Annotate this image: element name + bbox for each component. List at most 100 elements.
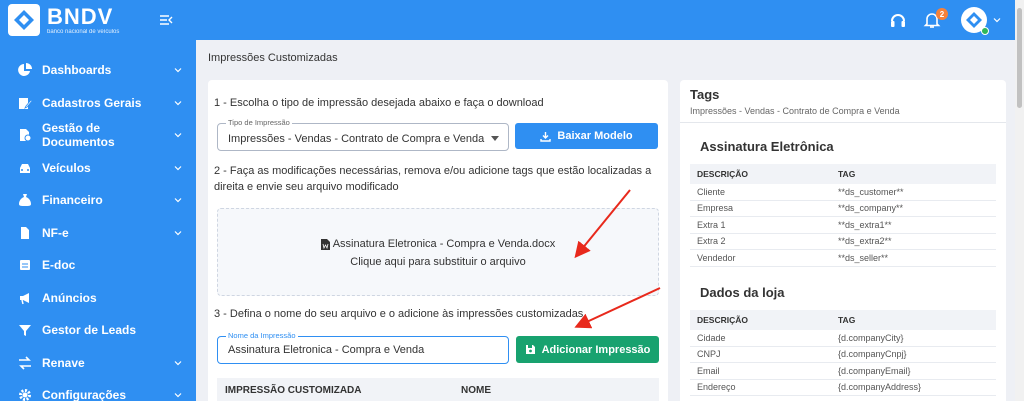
doc-icon bbox=[18, 258, 32, 272]
row-tag: **ds_extra2** bbox=[838, 236, 892, 247]
sidebar-item-label: Cadastros Gerais bbox=[42, 95, 142, 110]
scrollbar-thumb[interactable] bbox=[1017, 8, 1022, 108]
chevron-down-icon bbox=[174, 133, 182, 138]
online-status-dot bbox=[981, 27, 989, 35]
sidebar-item-financeiro[interactable]: Financeiro bbox=[0, 184, 196, 217]
print-type-value: Impressões - Vendas - Contrato de Compra… bbox=[228, 133, 485, 145]
sidebar-item-nfe[interactable]: NF-e bbox=[0, 217, 196, 250]
print-type-legend: Tipo de Impressão bbox=[226, 118, 292, 127]
sidebar-item-gestor-leads[interactable]: Gestor de Leads bbox=[0, 314, 196, 347]
section-title-dados-loja: Dados da loja bbox=[700, 285, 785, 300]
tags-panel: Tags Impressões - Vendas - Contrato de C… bbox=[680, 80, 1006, 401]
table-header-row: DESCRIÇÃO TAG bbox=[690, 310, 996, 330]
save-icon bbox=[525, 345, 535, 354]
sidebar-item-cadastros-gerais[interactable]: Cadastros Gerais bbox=[0, 87, 196, 120]
download-icon bbox=[540, 131, 552, 142]
print-type-select[interactable]: Tipo de Impressão Impressões - Vendas - … bbox=[217, 118, 509, 151]
table-row[interactable]: Extra 2 **ds_extra2** bbox=[690, 234, 996, 250]
tags-table-assinatura: DESCRIÇÃO TAG Cliente **ds_customer** Emp… bbox=[690, 164, 996, 267]
column-header-name: NOME bbox=[461, 385, 491, 396]
divider bbox=[680, 122, 1006, 123]
file-dropzone[interactable]: Assinatura Eletronica - Compra e Venda.d… bbox=[217, 208, 659, 296]
column-header-description: DESCRIÇÃO bbox=[697, 315, 749, 325]
sidebar-item-anuncios[interactable]: Anúncios bbox=[0, 282, 196, 315]
row-description: Extra 2 bbox=[697, 236, 726, 247]
sidebar-item-label: Configurações bbox=[42, 388, 127, 401]
chevron-down-icon[interactable] bbox=[993, 16, 1001, 24]
table-row[interactable]: Cidade {d.companyCity} bbox=[690, 330, 996, 347]
custom-prints-table-header: IMPRESSÃO CUSTOMIZADA NOME bbox=[217, 378, 659, 401]
brand[interactable]: BNDV banco nacional de veículos bbox=[0, 0, 196, 40]
brand-name: BNDV bbox=[47, 3, 114, 29]
sidebar-item-label: Gestor de Leads bbox=[42, 323, 137, 338]
table-row[interactable]: Endereço {d.companyAddress} bbox=[690, 380, 996, 396]
row-description: Vendedor bbox=[697, 252, 736, 263]
sidebar-item-label: Veículos bbox=[42, 160, 91, 175]
sidebar-menu: Dashboards Cadastros Gerais Gestão de Do… bbox=[0, 54, 196, 401]
row-tag: {d.companyCnpj} bbox=[838, 349, 907, 360]
chevron-down-icon bbox=[174, 393, 182, 398]
sidebar-item-dashboards[interactable]: Dashboards bbox=[0, 54, 196, 87]
row-tag: **ds_company** bbox=[838, 203, 904, 214]
download-template-label: Baixar Modelo bbox=[557, 130, 633, 142]
table-row[interactable]: Extra 1 **ds_extra1** bbox=[690, 217, 996, 234]
caret-down-icon bbox=[491, 136, 499, 141]
add-print-button[interactable]: Adicionar Impressão bbox=[516, 336, 659, 363]
sidebar-item-label: Renave bbox=[42, 355, 85, 370]
page-title: Impressões Customizadas bbox=[208, 52, 338, 64]
table-row[interactable]: Empresa **ds_company** bbox=[690, 201, 996, 217]
sidebar-item-configuracoes[interactable]: Configurações bbox=[0, 379, 196, 401]
column-header-description: DESCRIÇÃO bbox=[697, 169, 749, 179]
row-tag: {d.companyAddress} bbox=[838, 382, 922, 393]
row-description: Email bbox=[697, 365, 720, 376]
sidebar-item-label: NF-e bbox=[42, 225, 69, 240]
sidebar-item-label: Dashboards bbox=[42, 63, 112, 78]
row-tag: **ds_customer** bbox=[838, 186, 904, 197]
menu-collapse-icon[interactable] bbox=[158, 12, 174, 28]
pie-chart-icon bbox=[18, 63, 32, 77]
row-description: Cliente bbox=[697, 186, 726, 197]
step-1-instruction: 1 - Escolha o tipo de impressão desejada… bbox=[214, 97, 544, 109]
step-3-instruction: 3 - Defina o nome do seu arquivo e o adi… bbox=[214, 308, 584, 320]
table-row[interactable]: Cliente **ds_customer** bbox=[690, 184, 996, 201]
row-tag: **ds_seller** bbox=[838, 252, 889, 263]
sidebar-item-label: Financeiro bbox=[42, 193, 103, 208]
print-name-field[interactable]: Nome da Impressão Assinatura Eletronica … bbox=[217, 331, 509, 364]
tags-title: Tags bbox=[690, 87, 720, 102]
chevron-down-icon bbox=[174, 360, 182, 366]
download-template-button[interactable]: Baixar Modelo bbox=[515, 123, 658, 149]
step-2-instruction-line1: 2 - Faça as modificações necessárias, re… bbox=[214, 165, 652, 177]
table-header-row: DESCRIÇÃO TAG bbox=[690, 164, 996, 184]
page-scrollbar[interactable] bbox=[1015, 0, 1024, 401]
row-tag: {d.companyEmail} bbox=[838, 365, 911, 376]
row-tag: {d.companyCity} bbox=[838, 332, 904, 343]
sidebar: BNDV banco nacional de veículos Dashboar… bbox=[0, 0, 196, 401]
chevron-down-icon bbox=[174, 165, 182, 171]
row-description: Empresa bbox=[697, 203, 734, 214]
table-row[interactable]: CNPJ {d.companyCnpj} bbox=[690, 347, 996, 363]
notification-badge: 2 bbox=[936, 8, 948, 20]
table-row[interactable]: Email {d.companyEmail} bbox=[690, 363, 996, 380]
documents-icon bbox=[18, 128, 32, 142]
print-name-legend: Nome da Impressão bbox=[226, 331, 298, 340]
headset-support-icon[interactable] bbox=[888, 10, 908, 30]
add-print-label: Adicionar Impressão bbox=[541, 343, 651, 356]
column-header-tag: TAG bbox=[838, 315, 856, 325]
car-icon bbox=[18, 161, 32, 175]
replace-file-hint: Clique aqui para substituir o arquivo bbox=[350, 256, 526, 268]
funnel-icon bbox=[18, 323, 32, 337]
custom-print-card: 1 - Escolha o tipo de impressão desejada… bbox=[208, 80, 668, 401]
uploaded-file-name: Assinatura Eletronica - Compra e Venda.d… bbox=[332, 238, 556, 250]
sidebar-item-veiculos[interactable]: Veículos bbox=[0, 152, 196, 185]
gear-icon bbox=[18, 388, 32, 401]
sidebar-item-renave[interactable]: Renave bbox=[0, 347, 196, 380]
topbar: 2 bbox=[196, 0, 1015, 40]
column-header-custom-print: IMPRESSÃO CUSTOMIZADA bbox=[225, 385, 362, 396]
section-title-assinatura: Assinatura Eletrônica bbox=[700, 139, 834, 154]
table-row[interactable]: Vendedor **ds_seller** bbox=[690, 250, 996, 267]
row-tag: **ds_extra1** bbox=[838, 219, 892, 230]
sidebar-item-gestao-documentos[interactable]: Gestão de Documentos bbox=[0, 119, 196, 152]
sidebar-item-edoc[interactable]: E-doc bbox=[0, 249, 196, 282]
exchange-icon bbox=[18, 356, 32, 370]
word-file-icon bbox=[320, 238, 330, 250]
